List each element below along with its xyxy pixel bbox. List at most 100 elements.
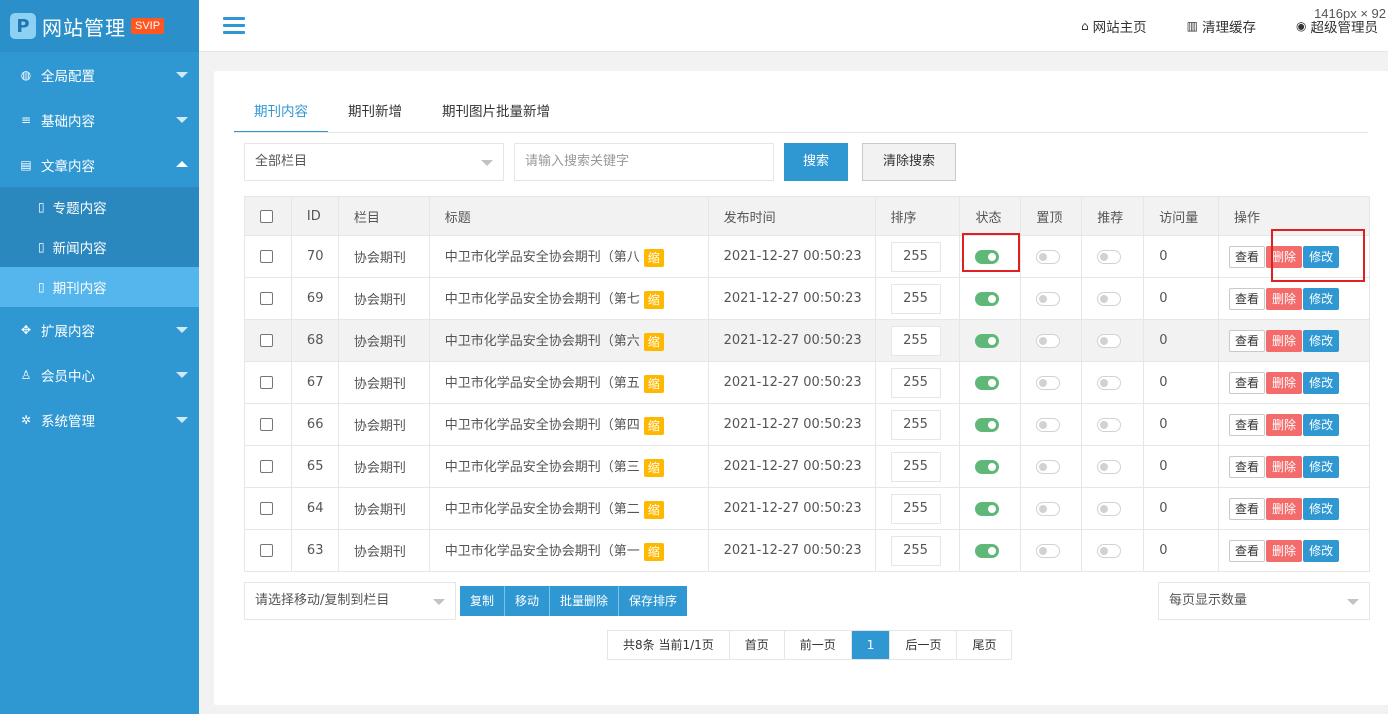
top-toggle[interactable] bbox=[1036, 417, 1061, 432]
status-toggle[interactable] bbox=[975, 417, 1000, 432]
title-text[interactable]: 中卫市化学品安全协会期刊（第七 bbox=[445, 292, 640, 307]
delete-button[interactable]: 删除 bbox=[1266, 413, 1303, 436]
top-toggle[interactable] bbox=[1036, 249, 1061, 264]
sidebar-subitem-0[interactable]: ▯ 专题内容 bbox=[0, 187, 199, 227]
sort-input[interactable]: 255 bbox=[890, 409, 941, 440]
edit-button[interactable]: 修改 bbox=[1303, 455, 1340, 478]
pager-first[interactable]: 首页 bbox=[730, 631, 785, 659]
delete-button[interactable]: 删除 bbox=[1266, 371, 1303, 394]
tab-0[interactable]: 期刊内容 bbox=[234, 95, 328, 133]
view-button[interactable]: 查看 bbox=[1229, 287, 1266, 310]
status-toggle[interactable] bbox=[975, 291, 1000, 306]
view-button[interactable]: 查看 bbox=[1229, 539, 1266, 562]
clear-search-button[interactable]: 清除搜索 bbox=[862, 143, 956, 181]
sidebar-item-2[interactable]: ▤ 文章内容 bbox=[0, 142, 199, 187]
top-toggle[interactable] bbox=[1036, 459, 1061, 474]
delete-button[interactable]: 删除 bbox=[1266, 245, 1303, 268]
move-copy-select[interactable]: 请选择移动/复制到栏目 bbox=[244, 582, 456, 620]
edit-button[interactable]: 修改 bbox=[1303, 245, 1340, 268]
sort-input[interactable]: 255 bbox=[890, 325, 941, 356]
tab-2[interactable]: 期刊图片批量新增 bbox=[422, 95, 570, 133]
page-size-select[interactable]: 每页显示数量 bbox=[1158, 582, 1370, 620]
delete-button[interactable]: 删除 bbox=[1266, 497, 1303, 520]
logo[interactable]: P 网站管理 SVIP bbox=[0, 0, 199, 52]
pager-prev[interactable]: 前一页 bbox=[785, 631, 852, 659]
title-text[interactable]: 中卫市化学品安全协会期刊（第六 bbox=[445, 334, 640, 349]
sidebar-item-4[interactable]: ♙ 会员中心 bbox=[0, 352, 199, 397]
title-text[interactable]: 中卫市化学品安全协会期刊（第四 bbox=[445, 418, 640, 433]
edit-button[interactable]: 修改 bbox=[1303, 371, 1340, 394]
recommend-toggle[interactable] bbox=[1097, 459, 1122, 474]
top-toggle[interactable] bbox=[1036, 501, 1061, 516]
status-toggle[interactable] bbox=[975, 375, 1000, 390]
sidebar-item-5[interactable]: ✲ 系统管理 bbox=[0, 397, 199, 442]
recommend-toggle[interactable] bbox=[1097, 333, 1122, 348]
row-checkbox[interactable] bbox=[260, 544, 273, 557]
status-toggle[interactable] bbox=[975, 543, 1000, 558]
edit-button[interactable]: 修改 bbox=[1303, 329, 1340, 352]
status-toggle[interactable] bbox=[975, 333, 1000, 348]
edit-button[interactable]: 修改 bbox=[1303, 497, 1340, 520]
header-link-1[interactable]: ▥ 清理缓存 bbox=[1187, 16, 1256, 36]
bulk-button-2[interactable]: 批量删除 bbox=[550, 586, 620, 616]
view-button[interactable]: 查看 bbox=[1229, 455, 1266, 478]
sort-input[interactable]: 255 bbox=[890, 367, 941, 398]
recommend-toggle[interactable] bbox=[1097, 543, 1122, 558]
title-text[interactable]: 中卫市化学品安全协会期刊（第二 bbox=[445, 502, 640, 517]
view-button[interactable]: 查看 bbox=[1229, 371, 1266, 394]
bulk-button-0[interactable]: 复制 bbox=[460, 586, 506, 616]
edit-button[interactable]: 修改 bbox=[1303, 413, 1340, 436]
row-checkbox[interactable] bbox=[260, 334, 273, 347]
sort-input[interactable]: 255 bbox=[890, 493, 941, 524]
status-toggle[interactable] bbox=[975, 501, 1000, 516]
view-button[interactable]: 查看 bbox=[1229, 497, 1266, 520]
sort-input[interactable]: 255 bbox=[890, 241, 941, 272]
bulk-button-1[interactable]: 移动 bbox=[505, 586, 551, 616]
sidebar-item-0[interactable]: ◍ 全局配置 bbox=[0, 52, 199, 97]
keyword-input[interactable]: 请输入搜索关键字 bbox=[514, 143, 774, 181]
delete-button[interactable]: 删除 bbox=[1266, 287, 1303, 310]
pager-next[interactable]: 后一页 bbox=[890, 631, 958, 659]
row-checkbox[interactable] bbox=[260, 376, 273, 389]
pager-current[interactable]: 1 bbox=[851, 631, 891, 659]
status-toggle[interactable] bbox=[975, 459, 1000, 474]
row-checkbox[interactable] bbox=[260, 250, 273, 263]
delete-button[interactable]: 删除 bbox=[1266, 329, 1303, 352]
title-text[interactable]: 中卫市化学品安全协会期刊（第五 bbox=[445, 376, 640, 391]
recommend-toggle[interactable] bbox=[1097, 291, 1122, 306]
pager-last[interactable]: 尾页 bbox=[957, 631, 1011, 659]
row-checkbox[interactable] bbox=[260, 292, 273, 305]
sidebar-subitem-1[interactable]: ▯ 新闻内容 bbox=[0, 227, 199, 267]
recommend-toggle[interactable] bbox=[1097, 501, 1122, 516]
menu-toggle-icon[interactable] bbox=[223, 17, 245, 34]
view-button[interactable]: 查看 bbox=[1229, 413, 1266, 436]
edit-button[interactable]: 修改 bbox=[1303, 287, 1340, 310]
sort-input[interactable]: 255 bbox=[890, 451, 941, 482]
row-checkbox[interactable] bbox=[260, 460, 273, 473]
recommend-toggle[interactable] bbox=[1097, 375, 1122, 390]
header-link-0[interactable]: ⌂ 网站主页 bbox=[1081, 16, 1147, 36]
category-select[interactable]: 全部栏目 bbox=[244, 143, 504, 181]
search-button[interactable]: 搜索 bbox=[784, 143, 848, 181]
select-all-checkbox[interactable] bbox=[260, 209, 273, 223]
title-text[interactable]: 中卫市化学品安全协会期刊（第一 bbox=[445, 544, 640, 559]
row-checkbox[interactable] bbox=[260, 418, 273, 431]
top-toggle[interactable] bbox=[1036, 543, 1061, 558]
tab-1[interactable]: 期刊新增 bbox=[328, 95, 422, 133]
view-button[interactable]: 查看 bbox=[1229, 245, 1266, 268]
view-button[interactable]: 查看 bbox=[1229, 329, 1266, 352]
recommend-toggle[interactable] bbox=[1097, 249, 1122, 264]
edit-button[interactable]: 修改 bbox=[1303, 539, 1340, 562]
sidebar-subitem-2[interactable]: ▯ 期刊内容 bbox=[0, 267, 199, 307]
status-toggle[interactable] bbox=[975, 249, 1000, 264]
top-toggle[interactable] bbox=[1036, 291, 1061, 306]
title-text[interactable]: 中卫市化学品安全协会期刊（第八 bbox=[445, 250, 640, 265]
row-checkbox[interactable] bbox=[260, 502, 273, 515]
bulk-button-3[interactable]: 保存排序 bbox=[619, 586, 688, 616]
delete-button[interactable]: 删除 bbox=[1266, 539, 1303, 562]
sort-input[interactable]: 255 bbox=[890, 283, 941, 314]
recommend-toggle[interactable] bbox=[1097, 417, 1122, 432]
top-toggle[interactable] bbox=[1036, 375, 1061, 390]
sidebar-item-3[interactable]: ✥ 扩展内容 bbox=[0, 307, 199, 352]
title-text[interactable]: 中卫市化学品安全协会期刊（第三 bbox=[445, 460, 640, 475]
